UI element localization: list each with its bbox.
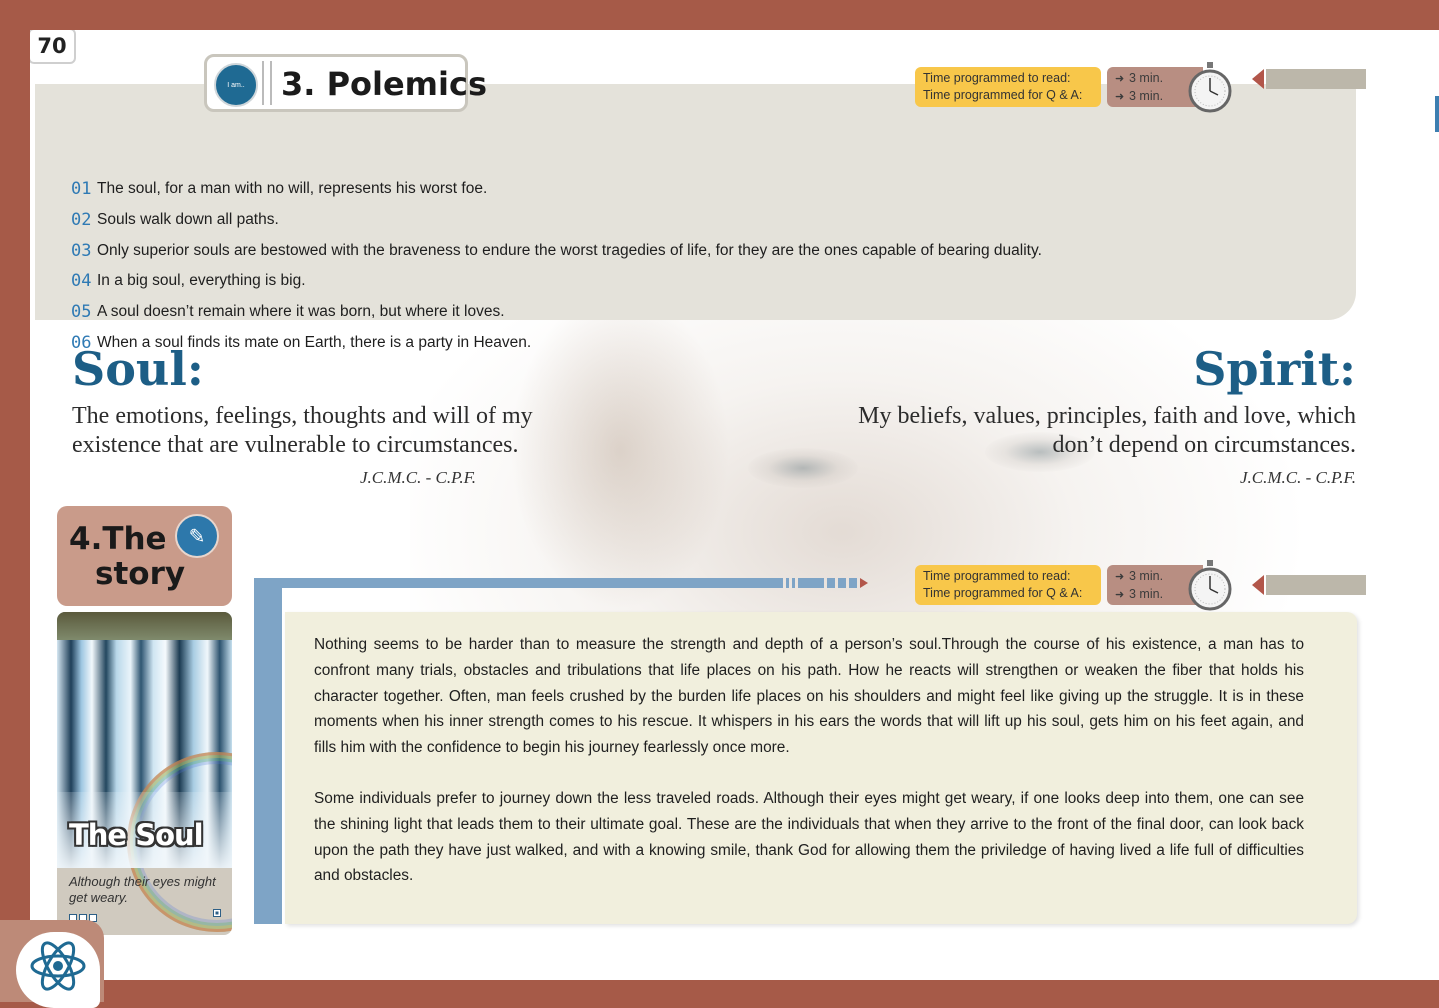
list-item: 04 In a big soul, everything is big. xyxy=(71,271,1042,302)
marker-arrow xyxy=(1252,575,1264,595)
polemics-list: 01 The soul, for a man with no will, repr… xyxy=(71,179,1042,364)
arrow-right-icon: ➜ xyxy=(1115,589,1125,601)
qa-value: 3 min. xyxy=(1129,89,1164,103)
polemics-panel: 01 The soul, for a man with no will, repr… xyxy=(35,84,1356,353)
list-item: 01 The soul, for a man with no will, repr… xyxy=(71,179,1042,210)
reading-timer: Time programmed to read: Time programmed… xyxy=(915,560,1237,611)
atom-icon xyxy=(30,941,86,991)
header-strip xyxy=(1266,575,1366,595)
item-number: 02 xyxy=(71,209,92,230)
soul-definition-line1: The emotions, feelings, thoughts and wil… xyxy=(72,403,533,429)
read-value: 3 min. xyxy=(1129,569,1164,583)
read-label: Time programmed to read: xyxy=(923,569,1071,583)
waterfall-top xyxy=(57,612,232,640)
item-number: 03 xyxy=(71,240,92,261)
item-number: 05 xyxy=(71,302,92,323)
i-am-icon: I am.. xyxy=(214,63,258,107)
header-divider xyxy=(262,61,272,105)
page-number: 70 xyxy=(30,30,76,64)
book-icon: ✎ xyxy=(175,514,219,558)
image-title: The Soul xyxy=(69,818,204,852)
item-text: A soul doesn’t remain where it was born,… xyxy=(97,303,505,321)
header-strip xyxy=(1266,69,1366,89)
page: 70 01 The soul, for a man with no will, r… xyxy=(30,30,1439,980)
item-text: The soul, for a man with no will, repres… xyxy=(97,180,488,197)
polemics-header: I am.. 3. Polemics xyxy=(204,54,487,112)
marker-arrow xyxy=(1252,69,1264,89)
read-label: Time programmed to read: xyxy=(923,71,1071,85)
spirit-definition-line2: don’t depend on circumstances. xyxy=(1052,432,1356,458)
arrow-right-icon: ➜ xyxy=(1115,571,1125,583)
story-label: 4.The story xyxy=(69,522,185,592)
story-paragraph: Nothing seems to be harder than to measu… xyxy=(314,636,1304,757)
qa-label: Time programmed for Q & A: xyxy=(923,88,1083,102)
stopwatch-icon xyxy=(1188,560,1232,611)
icon-label: I am.. xyxy=(227,81,245,89)
timer-labels: Time programmed to read: Time programmed… xyxy=(915,565,1101,605)
item-number: 04 xyxy=(71,271,92,292)
reading-timer: Time programmed to read: Time programmed… xyxy=(915,62,1237,113)
story-top-bar xyxy=(254,578,780,588)
item-text: In a big soul, everything is big. xyxy=(97,272,306,290)
arrow-right-icon: ➜ xyxy=(1115,73,1125,85)
item-text: Souls walk down all paths. xyxy=(97,210,279,228)
item-number: 01 xyxy=(71,179,92,199)
arrow-right-icon: ➜ xyxy=(1115,91,1125,103)
story-body: Nothing seems to be harder than to measu… xyxy=(314,632,1304,914)
list-item: 03 Only superior souls are bestowed with … xyxy=(71,241,1042,272)
story-paragraph: Some individuals prefer to journey down … xyxy=(314,789,1304,885)
read-value: 3 min. xyxy=(1129,71,1164,85)
story-label-line1: 4.The xyxy=(69,521,167,557)
list-item: 05 A soul doesn’t remain where it was bor… xyxy=(71,302,1042,333)
section-title: 3. Polemics xyxy=(281,65,487,103)
story-panel: Nothing seems to be harder than to measu… xyxy=(285,612,1357,924)
spirit-heading: Spirit: xyxy=(1193,342,1356,396)
list-item: 02 Souls walk down all paths. xyxy=(71,210,1042,241)
soul-heading: Soul: xyxy=(72,342,204,396)
soul-definition-line2: existence that are vulnerable to circums… xyxy=(72,432,519,458)
list-item: 06 When a soul finds its mate on Earth, t… xyxy=(71,333,1042,364)
soul-author: J.C.M.C. - C.P.F. xyxy=(360,468,477,487)
timer-labels: Time programmed to read: Time programmed… xyxy=(915,67,1101,107)
image-caption: Although their eyes might get weary. xyxy=(69,874,216,905)
spirit-author: J.C.M.C. - C.P.F. xyxy=(1239,468,1356,487)
spirit-definition-line1: My beliefs, values, principles, faith an… xyxy=(858,403,1356,429)
story-bar-decoration xyxy=(780,578,868,588)
background-eye-left xyxy=(748,448,858,488)
item-text: Only superior souls are bestowed with th… xyxy=(97,241,1042,259)
pager-dot-active[interactable] xyxy=(213,909,221,917)
story-label-line2: story xyxy=(95,556,186,592)
story-left-bar xyxy=(254,588,285,924)
stopwatch-icon xyxy=(1188,62,1232,113)
qa-label: Time programmed for Q & A: xyxy=(923,586,1083,600)
qa-value: 3 min. xyxy=(1129,587,1164,601)
story-image-card: The Soul Although their eyes might get w… xyxy=(57,612,232,935)
story-section-label: 4.The story ✎ xyxy=(57,506,232,606)
edge-marker xyxy=(1435,96,1439,132)
